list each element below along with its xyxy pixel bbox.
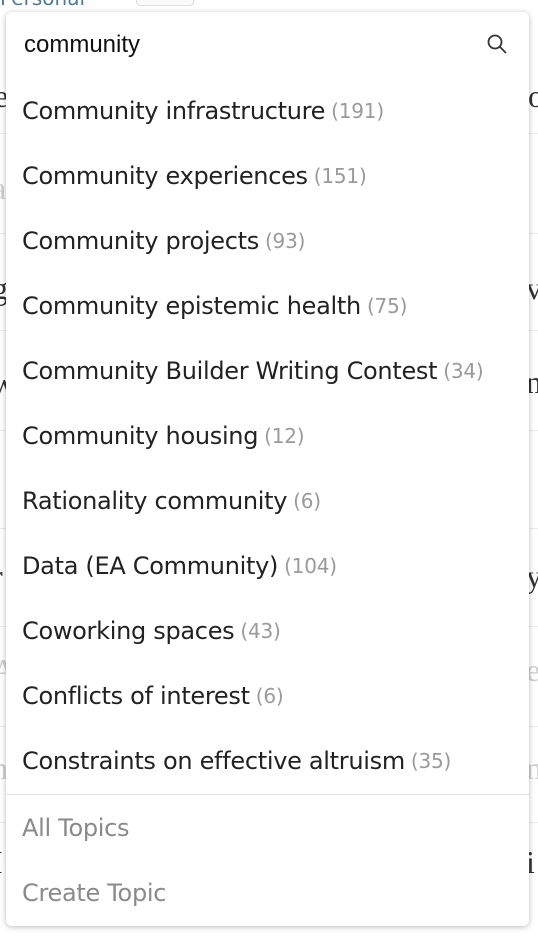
topic-result-item[interactable]: Community experiences (151) xyxy=(6,143,529,208)
topic-name: Community experiences xyxy=(22,161,308,190)
topic-result-item[interactable]: Community Builder Writing Contest (34) xyxy=(6,338,529,403)
topic-post-count: (6) xyxy=(293,488,321,513)
topic-post-count: (12) xyxy=(264,423,305,448)
topic-result-item[interactable]: Coworking spaces (43) xyxy=(6,598,529,663)
topic-name: Constraints on effective altruism xyxy=(22,746,405,775)
background-text-fragment: I xyxy=(0,846,3,878)
topic-result-item[interactable]: Conflicts of interest (6) xyxy=(6,663,529,728)
topic-name: Conflicts of interest xyxy=(22,681,250,710)
topic-result-item[interactable]: Data (EA Community) (104) xyxy=(6,533,529,598)
topic-name: Coworking spaces xyxy=(22,616,235,645)
topic-post-count: (191) xyxy=(331,98,384,123)
topic-post-count: (104) xyxy=(284,553,337,578)
dropdown-footer: All Topics Create Topic xyxy=(6,794,529,925)
create-topic-link[interactable]: Create Topic xyxy=(6,860,529,925)
topic-name: Data (EA Community) xyxy=(22,551,279,580)
topic-name: Community projects xyxy=(22,226,259,255)
topic-search-input[interactable] xyxy=(24,26,464,64)
topic-name: Community infrastructure xyxy=(22,96,326,125)
topic-name: Community epistemic health xyxy=(22,291,361,320)
topic-search-dropdown: Community infrastructure(191) Community … xyxy=(6,12,529,926)
topic-name: Community housing xyxy=(22,421,259,450)
topic-result-item[interactable]: Community projects (93) xyxy=(6,208,529,273)
topic-result-item[interactable]: Community infrastructure (191) xyxy=(6,78,529,143)
topic-post-count: (43) xyxy=(240,618,281,643)
topic-results-list: Community infrastructure (191) Community … xyxy=(6,78,529,793)
background-add-tab-button[interactable] xyxy=(136,0,194,6)
background-text-fragment: o xyxy=(528,78,538,114)
background-text-fragment: r xyxy=(0,560,3,592)
topic-post-count: (151) xyxy=(313,163,367,188)
topic-result-item[interactable]: Constraints on effective altruism (35) xyxy=(6,728,529,793)
topic-result-item[interactable]: Community housing (12) xyxy=(6,403,529,468)
search-row xyxy=(6,12,529,78)
topic-post-count: (93) xyxy=(264,228,306,253)
topic-post-count: (6) xyxy=(255,683,284,708)
topic-post-count: (75) xyxy=(366,293,408,318)
topic-result-item[interactable]: Rationality community (6) xyxy=(6,468,529,533)
topic-post-count: (35) xyxy=(410,748,452,773)
all-topics-link[interactable]: All Topics xyxy=(6,795,529,860)
topic-name: Rationality community xyxy=(22,486,288,515)
topic-name: Community Builder Writing Contest xyxy=(22,356,438,385)
topic-post-count: (34) xyxy=(443,358,484,383)
background-tab-personal[interactable]: Personal xyxy=(0,0,85,10)
topic-result-item[interactable]: Community epistemic health (75) xyxy=(6,273,529,338)
search-icon[interactable] xyxy=(485,32,509,56)
